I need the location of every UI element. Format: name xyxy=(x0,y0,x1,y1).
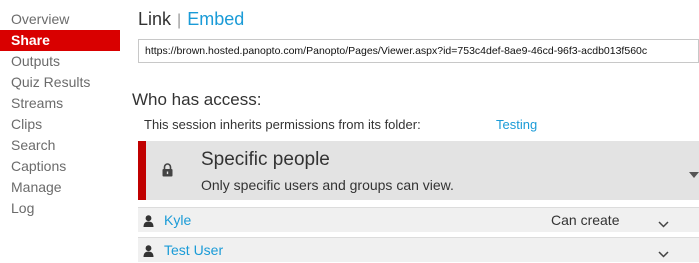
user-icon xyxy=(143,214,154,232)
inherit-permissions-text: This session inherits permissions from i… xyxy=(144,117,421,132)
sidebar-item-share[interactable]: Share xyxy=(0,30,120,51)
user-row: Test User xyxy=(138,237,699,262)
who-has-access-heading: Who has access: xyxy=(132,90,262,109)
sidebar-item-manage[interactable]: Manage xyxy=(0,177,130,198)
share-tabs: Link | Embed xyxy=(138,9,244,31)
user-name-link[interactable]: Test User xyxy=(164,242,223,258)
access-mode-dropdown[interactable]: Specific people Only specific users and … xyxy=(138,141,699,200)
tab-embed[interactable]: Embed xyxy=(187,9,244,29)
chevron-down-icon[interactable] xyxy=(658,215,669,233)
folder-link[interactable]: Testing xyxy=(496,117,537,132)
caret-down-icon[interactable] xyxy=(689,165,699,183)
sidebar-item-quiz-results[interactable]: Quiz Results xyxy=(0,72,130,93)
access-mode-description: Only specific users and groups can view. xyxy=(201,177,454,193)
sidebar-nav: Overview Share Outputs Quiz Results Stre… xyxy=(0,0,130,219)
user-row: Kyle Can create xyxy=(138,207,699,232)
sidebar-item-overview[interactable]: Overview xyxy=(0,9,130,30)
tab-separator: | xyxy=(177,12,182,29)
sidebar-item-search[interactable]: Search xyxy=(0,135,130,156)
access-mode-title: Specific people xyxy=(201,149,330,170)
sidebar-item-streams[interactable]: Streams xyxy=(0,93,130,114)
sidebar-item-captions[interactable]: Captions xyxy=(0,156,130,177)
chevron-down-icon[interactable] xyxy=(658,245,669,263)
user-role-label: Can create xyxy=(551,212,620,228)
user-name-link[interactable]: Kyle xyxy=(164,212,191,228)
user-icon xyxy=(143,244,154,262)
inherit-permissions-row: This session inherits permissions from i… xyxy=(144,117,537,132)
share-url-field[interactable]: https://brown.hosted.panopto.com/Panopto… xyxy=(138,39,699,63)
sidebar-item-clips[interactable]: Clips xyxy=(0,114,130,135)
lock-icon xyxy=(162,163,173,182)
sidebar-item-log[interactable]: Log xyxy=(0,198,130,219)
tab-link[interactable]: Link xyxy=(138,9,171,29)
sidebar-item-outputs[interactable]: Outputs xyxy=(0,51,130,72)
